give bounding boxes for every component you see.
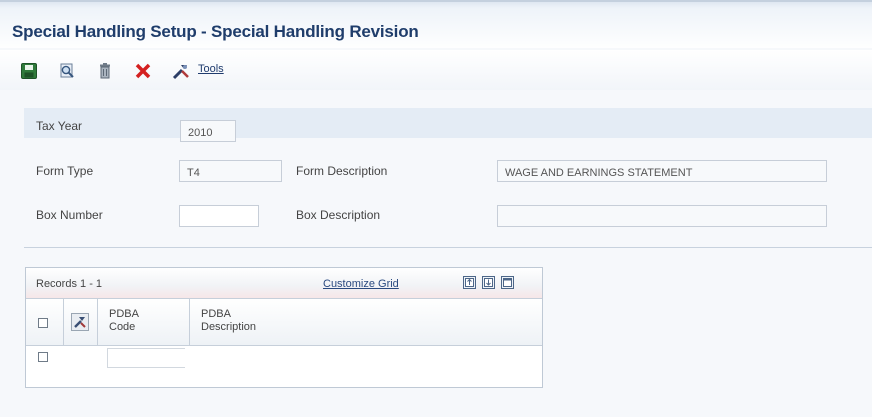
- grid-toolbar: Records 1 - 1 Customize Grid: [26, 268, 542, 298]
- page-title: Special Handling Setup - Special Handlin…: [12, 22, 419, 41]
- row-exit-icon[interactable]: [71, 313, 89, 331]
- grid-header-row: PDBA Code PDBA Description: [26, 298, 542, 346]
- customize-grid-link[interactable]: Customize Grid: [323, 278, 399, 290]
- section-divider: [24, 247, 872, 248]
- table-row: [26, 346, 542, 370]
- column-header-line: Description: [201, 321, 257, 333]
- form-type-field: T4: [179, 160, 282, 182]
- column-header-line: PDBA: [201, 308, 231, 320]
- save-icon[interactable]: [20, 62, 38, 80]
- records-grid: Records 1 - 1 Customize Grid PDBA Code P…: [25, 267, 543, 388]
- column-header-line: PDBA: [109, 308, 139, 320]
- column-header-line: Code: [109, 321, 136, 333]
- column-divider: [189, 299, 190, 345]
- form-description-label: Form Description: [296, 164, 388, 178]
- import-icon[interactable]: [482, 276, 495, 289]
- tools-icon[interactable]: [172, 62, 190, 80]
- column-header-pdba-code[interactable]: PDBA Code: [109, 308, 139, 334]
- pdba-code-input[interactable]: [107, 348, 185, 368]
- column-header-pdba-description[interactable]: PDBA Description: [201, 308, 256, 334]
- tax-year-label: Tax Year: [36, 119, 83, 133]
- form-type-label: Form Type: [36, 164, 94, 178]
- toolbar: [0, 50, 872, 90]
- header-band: [24, 108, 872, 138]
- box-number-input[interactable]: [179, 205, 259, 227]
- select-all-checkbox[interactable]: [38, 318, 48, 328]
- trash-icon[interactable]: [96, 62, 114, 80]
- box-description-field: [497, 205, 827, 227]
- maximize-icon[interactable]: [501, 276, 514, 289]
- title-bar: Special Handling Setup - Special Handlin…: [0, 0, 872, 48]
- cancel-icon[interactable]: [134, 62, 152, 80]
- find-icon[interactable]: [58, 62, 76, 80]
- tools-menu-link[interactable]: Tools: [198, 63, 224, 75]
- box-number-label: Box Number: [36, 208, 103, 222]
- tax-year-field: 2010: [180, 120, 236, 142]
- export-icon[interactable]: [463, 276, 476, 289]
- row-checkbox[interactable]: [38, 352, 48, 362]
- box-description-label: Box Description: [296, 208, 381, 222]
- form-description-field: WAGE AND EARNINGS STATEMENT: [497, 160, 827, 182]
- records-count: Records 1 - 1: [36, 278, 103, 290]
- column-divider: [63, 299, 64, 345]
- column-divider: [97, 299, 98, 345]
